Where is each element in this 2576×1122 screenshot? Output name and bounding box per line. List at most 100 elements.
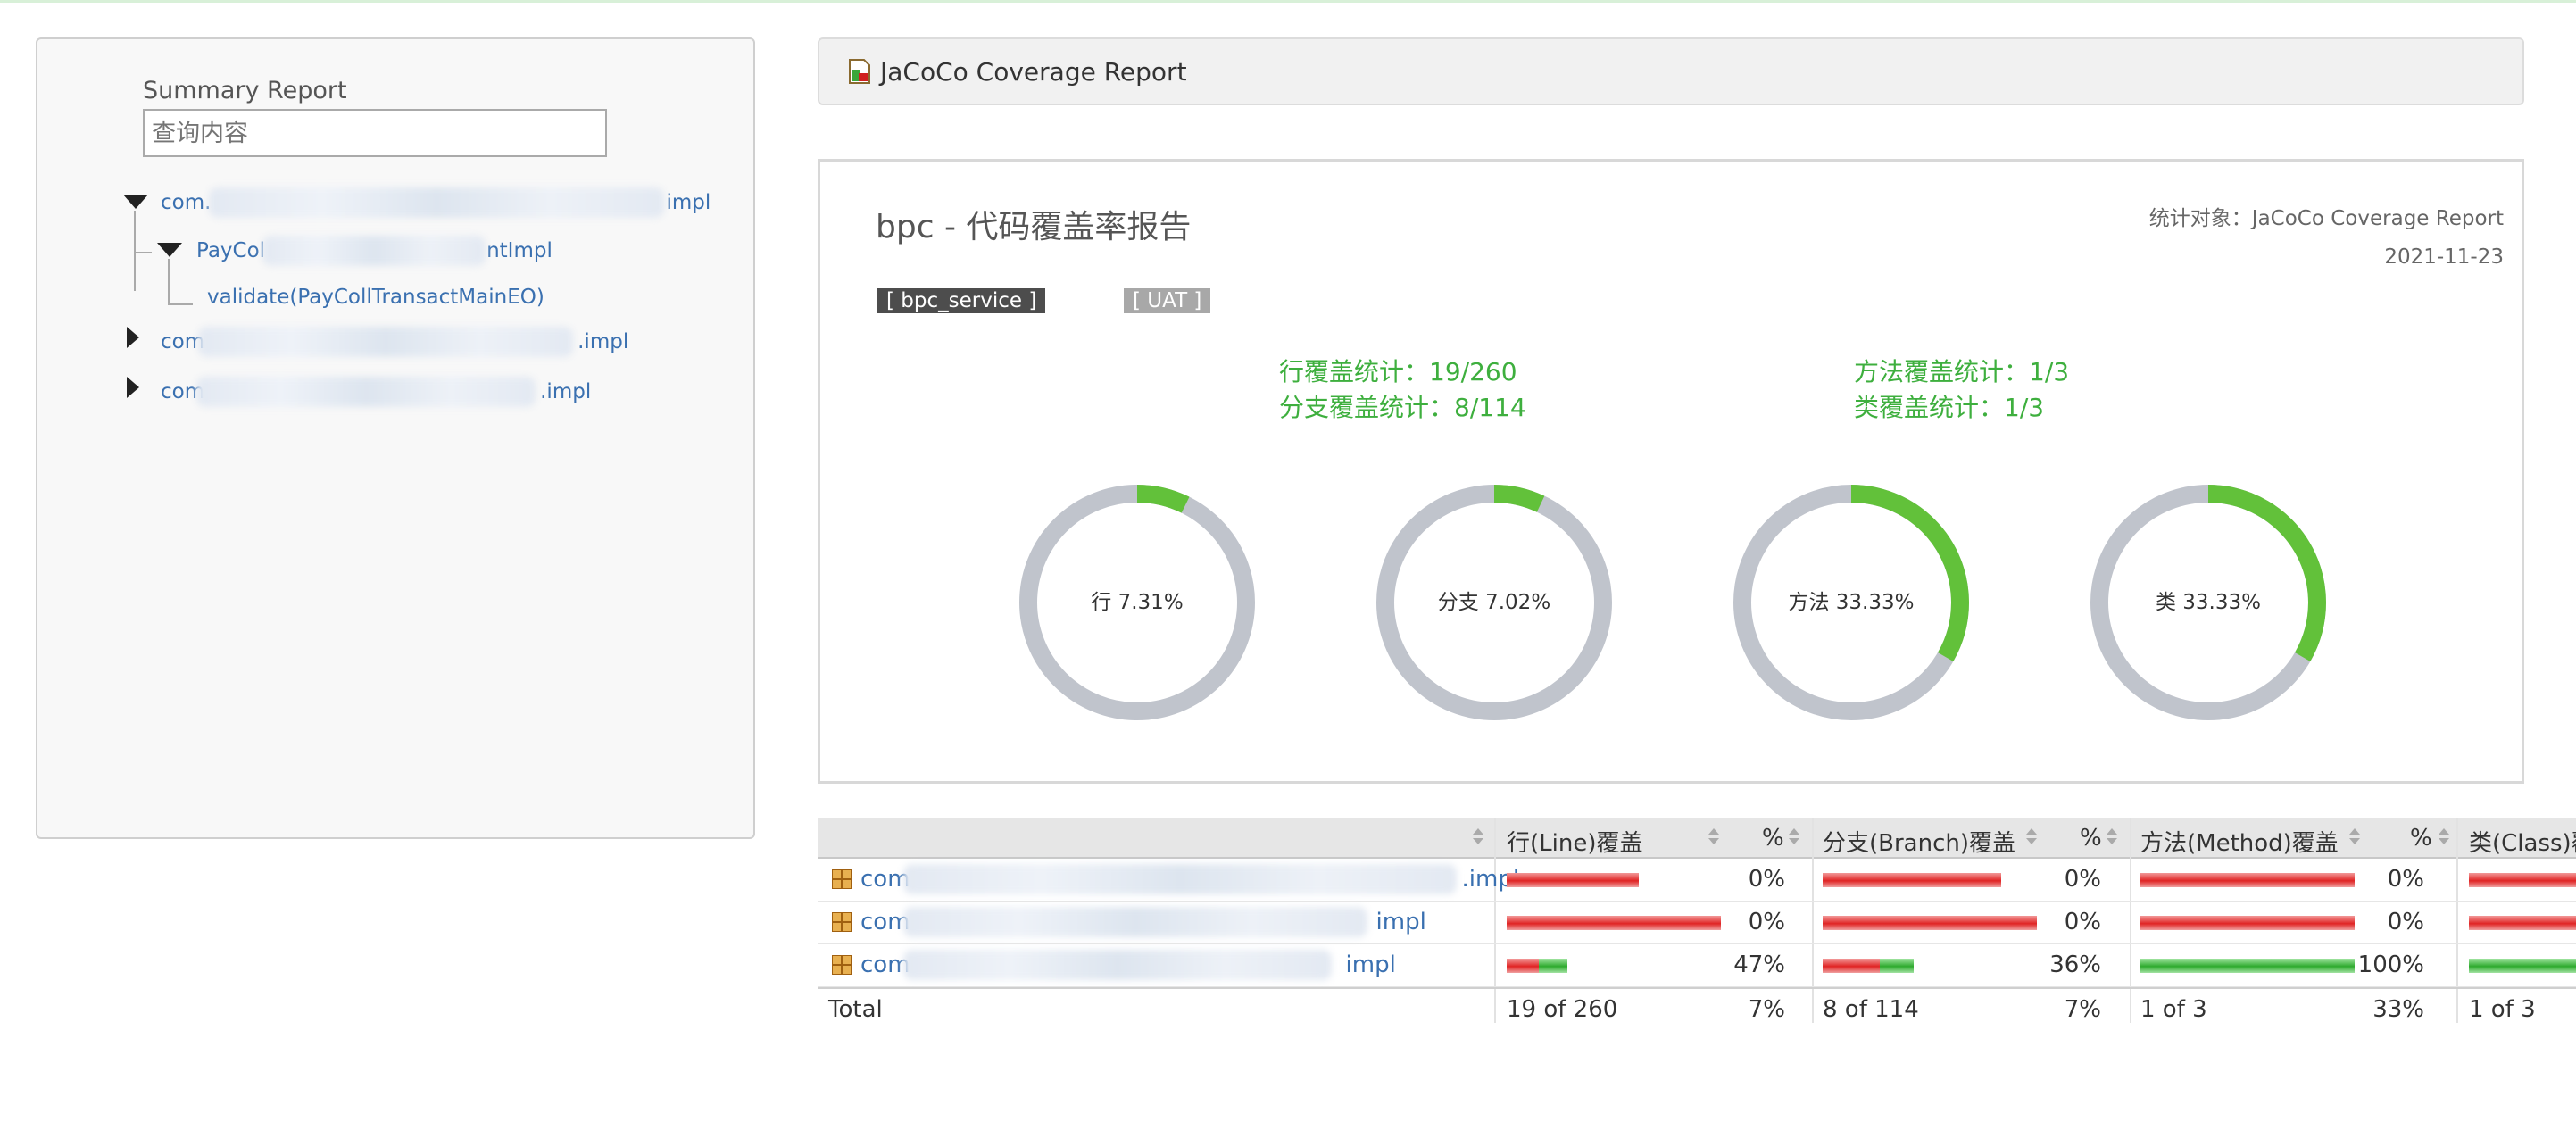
col-line-header[interactable]: 行(Line)覆盖 [1507, 825, 1642, 858]
tree-package-1-suffix: impl [666, 191, 711, 214]
total-branch-pct: 7% [2064, 996, 2101, 1023]
table-total-row: Total 19 of 260 7% 8 of 114 7% 1 of 3 33… [818, 987, 2576, 1030]
tree-package-3-suffix: .impl [540, 380, 592, 403]
tree-line [134, 211, 136, 291]
method-pct: 0% [2387, 866, 2424, 893]
sort-icon[interactable] [2349, 828, 2360, 846]
line-coverage-bar [1507, 916, 1721, 930]
method-coverage-bar [2140, 916, 2355, 930]
package-icon [832, 912, 852, 932]
header-title: JaCoCo Coverage Report [880, 57, 1187, 87]
redacted-text [262, 236, 486, 266]
method-donut-label: 方法 33.33% [1788, 591, 1915, 614]
sort-icon[interactable] [2026, 828, 2037, 846]
redacted-text [903, 950, 1332, 980]
env-tag: [ UAT ] [1124, 288, 1211, 313]
redacted-text [196, 377, 536, 407]
expand-toggle-icon[interactable] [123, 195, 148, 209]
expand-toggle-icon[interactable] [157, 243, 182, 257]
redacted-text [209, 187, 664, 218]
table-row: com .impl 0% 0% 0% [818, 859, 2576, 902]
tree-package-1-prefix: com. [161, 191, 212, 214]
line-pct: 47% [1733, 952, 1785, 978]
redacted-text [198, 327, 573, 357]
redacted-text [903, 907, 1367, 937]
tree-line [134, 252, 152, 253]
branch-donut: 分支 7.02% [1374, 482, 1615, 723]
total-method: 1 of 3 [2140, 996, 2207, 1023]
tree-method-validate[interactable]: validate(PayCollTransactMainEO) [207, 286, 544, 309]
report-target: 统计对象：JaCoCo Coverage Report [2148, 207, 2504, 230]
method-donut: 方法 33.33% [1731, 482, 1972, 723]
line-pct: 0% [1748, 909, 1785, 935]
col-branch-pct-header[interactable]: % [2080, 825, 2102, 852]
class-donut: 类 33.33% [2088, 482, 2329, 723]
branch-coverage-bar [1823, 959, 1914, 973]
branch-pct: 0% [2064, 909, 2101, 935]
branch-stat: 分支覆盖统计：8/114 [1279, 393, 1526, 422]
total-class: 1 of 3 [2469, 996, 2536, 1023]
table-header: 行(Line)覆盖 % 分支(Branch)覆盖 % 方法(Method)覆盖 … [818, 818, 2576, 859]
package-link-suffix: impl [1375, 909, 1426, 935]
expand-toggle-icon[interactable] [127, 327, 139, 348]
sort-icon[interactable] [1473, 828, 1483, 846]
line-stat: 行覆盖统计：19/260 [1279, 357, 1517, 386]
class-coverage-bar [2469, 873, 2576, 887]
class-stat: 类覆盖统计：1/3 [1854, 393, 2045, 422]
top-border [0, 0, 2576, 3]
table-row: com impl 0% 0% 0% [818, 902, 2576, 944]
package-icon [832, 955, 852, 975]
col-method-pct-header[interactable]: % [2410, 825, 2432, 852]
summary-title: Summary Report [143, 77, 347, 104]
search-input[interactable] [143, 109, 607, 157]
package-icon [832, 869, 852, 889]
method-pct: 0% [2387, 909, 2424, 935]
total-method-pct: 33% [2372, 996, 2424, 1023]
method-pct: 100% [2357, 952, 2424, 978]
service-tag: [ bpc_service ] [877, 288, 1046, 313]
report-title: bpc - 代码覆盖率报告 [876, 209, 1192, 245]
summary-sidebar: Summary Report com. impl PayCol ntImpl val… [36, 37, 755, 839]
method-coverage-bar [2140, 873, 2355, 887]
col-branch-header[interactable]: 分支(Branch)覆盖 [1823, 825, 2015, 858]
branch-coverage-bar [1823, 916, 2037, 930]
col-line-pct-header[interactable]: % [1762, 825, 1784, 852]
report-header-bar: JaCoCo Coverage Report [818, 37, 2524, 105]
col-class-header[interactable]: 类(Class)覆 [2469, 825, 2576, 858]
method-coverage-bar [2140, 959, 2355, 973]
class-coverage-bar [2469, 916, 2576, 930]
tree-package-2-suffix: .impl [578, 330, 629, 353]
total-line: 19 of 260 [1507, 996, 1618, 1023]
tree-class-1-suffix: ntImpl [486, 239, 553, 262]
class-donut-label: 类 33.33% [2155, 591, 2261, 614]
report-icon [849, 59, 870, 84]
branch-coverage-bar [1823, 873, 2001, 887]
line-coverage-bar [1507, 873, 1639, 887]
sort-icon[interactable] [1789, 828, 1799, 846]
package-link-suffix: impl [1345, 952, 1396, 978]
line-donut-label: 行 7.31% [1091, 591, 1184, 614]
method-stat: 方法覆盖统计：1/3 [1854, 357, 2070, 386]
sort-icon[interactable] [1708, 828, 1719, 846]
line-coverage-bar [1507, 959, 1567, 973]
redacted-text [903, 864, 1457, 894]
sort-icon[interactable] [2439, 828, 2449, 846]
coverage-report-panel: bpc - 代码覆盖率报告 统计对象：JaCoCo Coverage Repor… [818, 159, 2524, 784]
report-date: 2021-11-23 [2384, 245, 2504, 269]
line-donut: 行 7.31% [1017, 482, 1258, 723]
branch-donut-label: 分支 7.02% [1437, 591, 1551, 614]
class-coverage-bar [2469, 959, 2576, 973]
tree-line [168, 303, 193, 305]
total-line-pct: 7% [1748, 996, 1785, 1023]
total-branch: 8 of 114 [1823, 996, 1919, 1023]
table-row: com impl 47% 36% 100% [818, 944, 2576, 987]
sort-icon[interactable] [2107, 828, 2117, 846]
tree-class-1-prefix: PayCol [196, 239, 266, 262]
branch-pct: 0% [2064, 866, 2101, 893]
total-label: Total [828, 996, 883, 1023]
expand-toggle-icon[interactable] [127, 377, 139, 398]
tree-line [168, 259, 170, 305]
col-method-header[interactable]: 方法(Method)覆盖 [2140, 825, 2339, 858]
branch-pct: 36% [2049, 952, 2101, 978]
line-pct: 0% [1748, 866, 1785, 893]
